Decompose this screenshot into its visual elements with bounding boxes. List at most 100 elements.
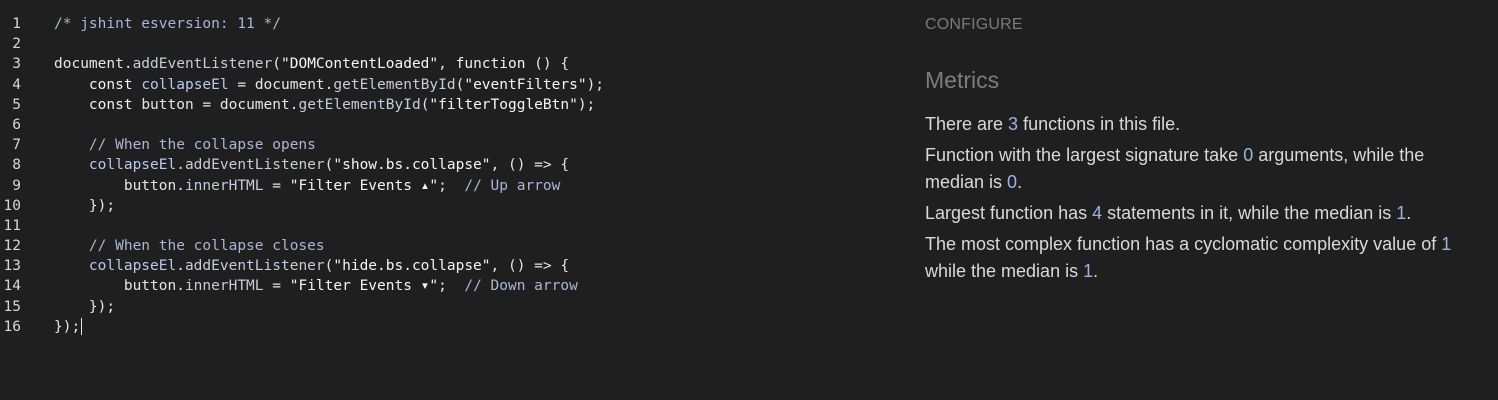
code-text[interactable]: const button = document.getElementById("… <box>54 95 595 115</box>
metric-value: 1 <box>1396 203 1407 223</box>
code-line[interactable]: 13 collapseEl.addEventListener("hide.bs.… <box>0 256 890 276</box>
code-text[interactable]: button.innerHTML = "Filter Events ▾"; //… <box>54 276 578 296</box>
line-number: 7 <box>12 137 21 154</box>
code-token: function <box>455 56 526 73</box>
code-token: . <box>176 258 185 275</box>
code-token: collapseEl <box>141 76 229 93</box>
code-token: innerHTML <box>184 278 264 295</box>
metric-value: 1 <box>1083 261 1094 281</box>
metric-value: 4 <box>1092 203 1103 223</box>
code-line[interactable]: 2 <box>0 34 890 54</box>
code-token: addEventListener <box>184 157 325 174</box>
code-line[interactable]: 1 /* jshint esversion: 11 */ <box>0 14 890 34</box>
code-line[interactable]: 14 button.innerHTML = "Filter Events ▾";… <box>0 276 890 296</box>
code-line[interactable]: 4 const collapseEl = document.getElement… <box>0 75 890 95</box>
configure-link[interactable]: CONFIGURE <box>925 16 1023 34</box>
code-line[interactable]: 3 document.addEventListener("DOMContentLo… <box>0 54 890 74</box>
code-token: // Down arrow <box>464 278 578 295</box>
line-number: 14 <box>3 278 21 295</box>
code-line[interactable]: 12 // When the collapse closes <box>0 236 890 256</box>
code-text[interactable]: /* jshint esversion: 11 */ <box>54 14 281 34</box>
code-line[interactable]: 16}); <box>0 317 890 337</box>
code-token: getElementById <box>298 96 421 113</box>
line-number: 10 <box>3 197 21 214</box>
line-number: 4 <box>12 76 21 93</box>
code-text[interactable]: collapseEl.addEventListener("show.bs.col… <box>54 155 569 175</box>
code-line[interactable]: 8 collapseEl.addEventListener("show.bs.c… <box>0 155 890 175</box>
metric-text: . <box>1017 172 1023 192</box>
metric-value: 3 <box>1008 114 1019 134</box>
code-token: collapseEl <box>54 157 177 174</box>
code-token: // Up arrow <box>464 177 561 194</box>
metrics-heading: Metrics <box>925 67 1000 93</box>
code-token: addEventListener <box>184 258 325 275</box>
line-number: 15 <box>3 298 21 315</box>
code-token: }); <box>54 318 81 335</box>
code-token: // When the collapse closes <box>54 238 325 255</box>
code-token: /* jshint esversion: 11 */ <box>54 16 281 32</box>
code-token: button. <box>54 278 185 295</box>
code-line[interactable]: 7 // When the collapse opens <box>0 135 890 155</box>
code-line[interactable]: 6 <box>0 115 890 135</box>
metric-text: . <box>1093 261 1099 281</box>
code-line[interactable]: 15 }); <box>0 297 890 317</box>
metric-text: The most complex function has a cyclomat… <box>925 234 1442 254</box>
code-token: ); <box>577 96 596 113</box>
code-token: "filterToggleBtn" <box>429 96 578 113</box>
code-line[interactable]: 10 }); <box>0 196 890 216</box>
code-token: button. <box>54 177 185 194</box>
code-token: ; <box>438 177 465 194</box>
code-text[interactable]: }); <box>54 317 83 337</box>
code-text[interactable]: const collapseEl = document.getElementBy… <box>54 75 604 95</box>
code-token: // When the collapse opens <box>54 137 316 154</box>
code-token: "hide.bs.collapse" <box>333 258 491 275</box>
code-token: = <box>263 177 290 194</box>
code-line[interactable]: 11 <box>0 216 890 236</box>
line-number: 6 <box>12 116 21 133</box>
code-text[interactable]: document.addEventListener("DOMContentLoa… <box>54 54 569 74</box>
line-number: 9 <box>12 177 21 194</box>
line-number: 16 <box>3 318 21 335</box>
code-token: collapseEl <box>54 258 177 275</box>
line-number: 3 <box>12 56 21 73</box>
metric-text: while the median is <box>925 261 1084 281</box>
code-text[interactable]: }); <box>54 196 115 216</box>
metric-value: 0 <box>1243 145 1254 165</box>
code-token: , <box>438 56 456 73</box>
metric-value: 0 <box>1007 172 1018 192</box>
code-token: , () => { <box>490 157 570 174</box>
code-token: }); <box>54 298 116 315</box>
code-line[interactable]: 9 button.innerHTML = "Filter Events ▴"; … <box>0 176 890 196</box>
metric-item: Largest function has 4 statements in it,… <box>925 200 1465 227</box>
metric-item: There are 3 functions in this file. <box>925 111 1465 138</box>
line-number: 2 <box>12 36 21 53</box>
code-token: innerHTML <box>184 177 264 194</box>
code-editor[interactable]: 1/* jshint esversion: 11 */ 2 3 document.ad… <box>0 0 890 400</box>
metric-value: 1 <box>1441 234 1452 254</box>
metric-text: functions in this file. <box>1018 114 1181 134</box>
metric-text: Function with the largest signature take <box>925 145 1244 165</box>
code-text[interactable]: collapseEl.addEventListener("hide.bs.col… <box>54 256 569 276</box>
code-token: "Filter Events ▴" <box>289 177 439 194</box>
code-token: = <box>263 278 290 295</box>
code-token: const <box>54 96 142 113</box>
code-token: "eventFilters" <box>464 76 587 93</box>
line-number: 11 <box>3 217 21 234</box>
code-token: }); <box>54 197 116 214</box>
line-number: 5 <box>12 96 21 113</box>
metric-text: Largest function has <box>925 203 1093 223</box>
code-token: ); <box>586 76 605 93</box>
code-text[interactable]: }); <box>54 297 115 317</box>
metric-text: statements in it, while the median is <box>1102 203 1397 223</box>
line-number: 12 <box>3 238 21 255</box>
metric-text: There are <box>925 114 1009 134</box>
code-text[interactable]: button.innerHTML = "Filter Events ▴"; //… <box>54 176 561 196</box>
metric-text: . <box>1406 203 1412 223</box>
code-line[interactable]: 5 const button = document.getElementById… <box>0 95 890 115</box>
code-text[interactable]: // When the collapse opens <box>54 135 316 155</box>
code-token: = document. <box>228 76 334 93</box>
code-token: "show.bs.collapse" <box>333 157 491 174</box>
line-number: 8 <box>12 157 21 174</box>
code-text[interactable]: // When the collapse closes <box>54 236 325 256</box>
metrics-list: There are 3 functions in this file. Funct… <box>925 111 1465 289</box>
